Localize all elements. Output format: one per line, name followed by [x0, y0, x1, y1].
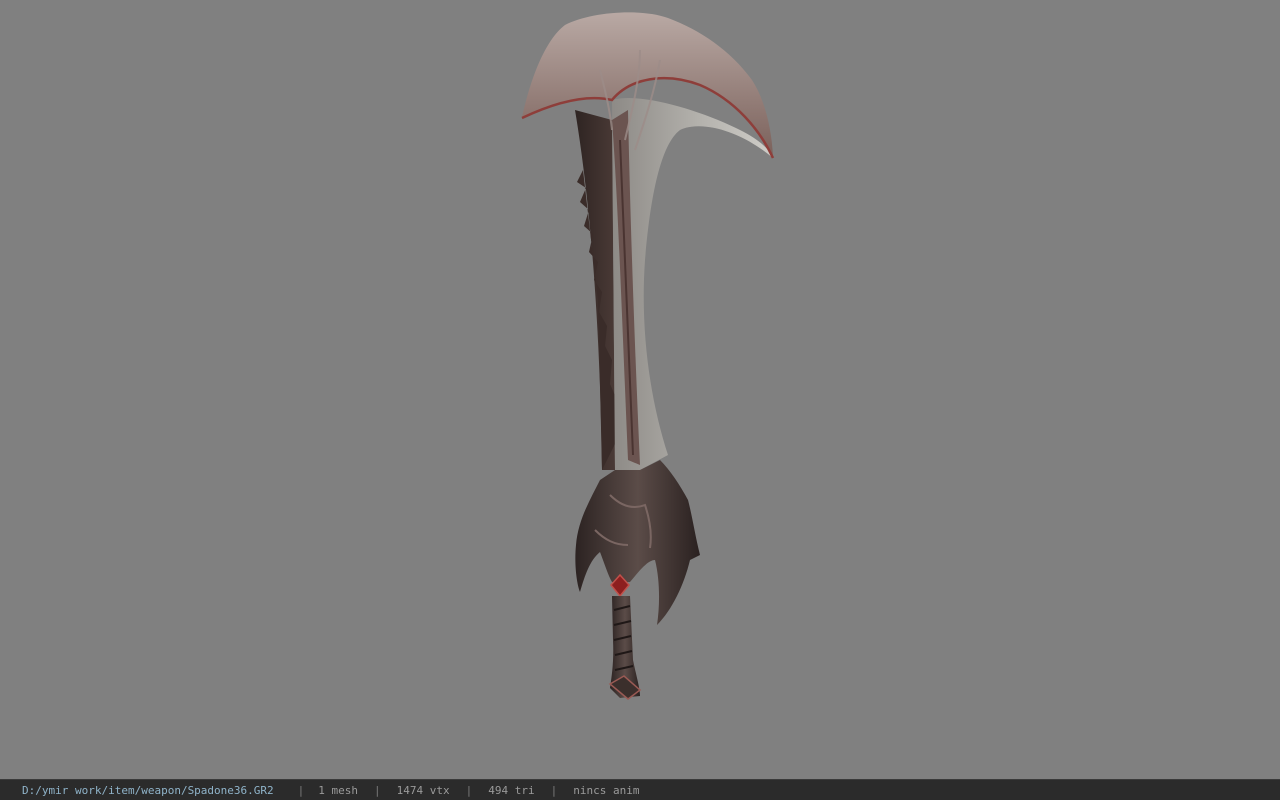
separator: |: [550, 783, 558, 797]
separator: |: [374, 783, 381, 797]
file-path-label: D:/ymir work/item/weapon/Spadone36.GR2: [22, 783, 274, 797]
mesh-count-label: 1 mesh: [318, 783, 359, 797]
guard-ornament: [575, 460, 700, 625]
sword-model-icon: [521, 12, 775, 700]
model-viewport[interactable]: [0, 0, 1280, 779]
vertex-count-label: 1474 vtx: [396, 783, 450, 797]
status-bar: D:/ymir work/item/weapon/Spadone36.GR2 |…: [0, 779, 1280, 800]
triangle-count-label: 494 tri: [488, 783, 535, 797]
animation-status-label: nincs anim: [573, 783, 640, 797]
separator: |: [465, 783, 473, 797]
separator: |: [297, 783, 305, 797]
